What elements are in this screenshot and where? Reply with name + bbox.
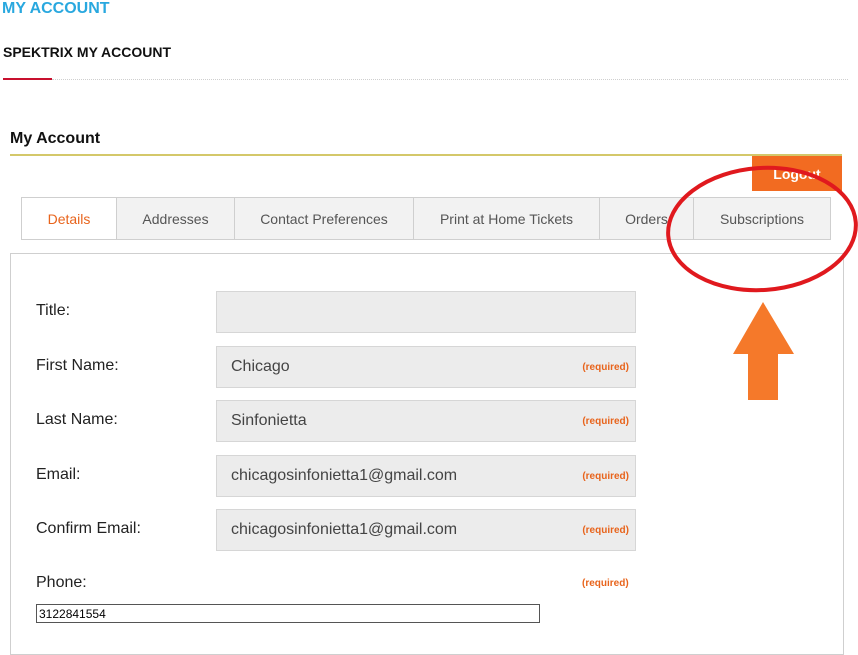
phone-label: Phone: <box>36 574 87 591</box>
last-name-field[interactable]: Sinfonietta (required) <box>216 400 636 442</box>
tab-addresses[interactable]: Addresses <box>116 197 235 240</box>
last-name-value: Sinfonietta <box>231 412 307 429</box>
tab-details[interactable]: Details <box>21 197 117 240</box>
tab-contact-preferences[interactable]: Contact Preferences <box>234 197 414 240</box>
required-indicator: (required) <box>582 470 629 482</box>
subtitle-accent-line <box>3 78 52 80</box>
required-indicator: (required) <box>582 524 629 536</box>
account-tabs: Details Addresses Contact Preferences Pr… <box>21 197 831 240</box>
confirm-email-label: Confirm Email: <box>36 520 141 537</box>
tab-orders[interactable]: Orders <box>599 197 694 240</box>
site-subtitle: SPEKTRIX MY ACCOUNT <box>3 44 172 60</box>
first-name-label: First Name: <box>36 357 119 374</box>
email-label: Email: <box>36 466 81 483</box>
tab-subscriptions[interactable]: Subscriptions <box>693 197 831 240</box>
required-indicator: (required) <box>582 415 629 427</box>
title-field[interactable] <box>216 291 636 333</box>
page-heading: MY ACCOUNT <box>2 0 110 17</box>
tab-print-at-home-tickets[interactable]: Print at Home Tickets <box>413 197 600 240</box>
section-divider <box>10 154 842 156</box>
first-name-value: Chicago <box>231 358 290 375</box>
confirm-email-field[interactable]: chicagosinfonietta1@gmail.com (required) <box>216 509 636 551</box>
confirm-email-value: chicagosinfonietta1@gmail.com <box>231 521 458 538</box>
logout-button[interactable]: Logout <box>752 156 842 191</box>
last-name-label: Last Name: <box>36 411 118 428</box>
required-indicator: (required) <box>582 361 629 373</box>
email-field[interactable]: chicagosinfonietta1@gmail.com (required) <box>216 455 636 497</box>
email-value: chicagosinfonietta1@gmail.com <box>231 467 458 484</box>
title-label: Title: <box>36 302 71 319</box>
subtitle-divider <box>52 79 848 80</box>
first-name-field[interactable]: Chicago (required) <box>216 346 636 388</box>
section-title: My Account <box>10 130 101 147</box>
phone-input[interactable] <box>36 604 540 623</box>
required-indicator: (required) <box>582 578 629 589</box>
